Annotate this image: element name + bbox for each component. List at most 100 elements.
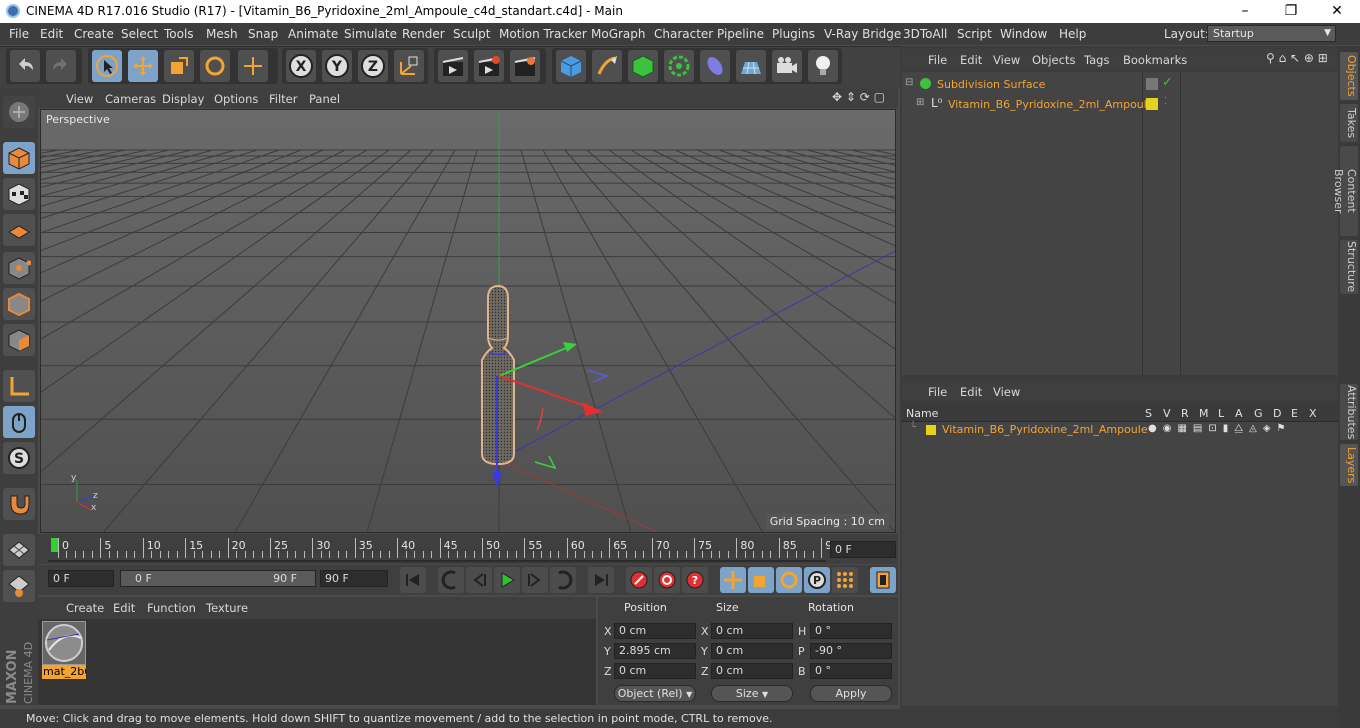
timeline-playhead[interactable]	[51, 538, 58, 552]
menu-plugins[interactable]: Plugins	[772, 27, 815, 41]
material-menu-create[interactable]: Create	[66, 601, 104, 615]
cube-button[interactable]	[556, 50, 586, 82]
layer-col-render[interactable]: R	[1181, 407, 1189, 420]
menu-window[interactable]: Window	[1000, 27, 1047, 41]
subdivision-button[interactable]	[628, 50, 658, 82]
position-x-field[interactable]: 0 cm	[614, 623, 696, 639]
layout-select[interactable]: Startup ▼	[1207, 25, 1336, 42]
axis-mode-button[interactable]	[3, 370, 35, 402]
rotation-p-field[interactable]: -90 °	[810, 643, 892, 659]
light-button[interactable]	[808, 50, 838, 82]
go-to-end-button[interactable]	[588, 567, 614, 593]
points-mode-button[interactable]	[3, 252, 35, 284]
objects-menu-tags[interactable]: Tags	[1084, 53, 1109, 67]
objects-menu-file[interactable]: File	[928, 53, 947, 67]
minimize-button[interactable]: –	[1222, 0, 1268, 23]
undo-button[interactable]	[10, 50, 40, 82]
viewport-menu-filter[interactable]: Filter	[269, 92, 297, 106]
key-rotation-button[interactable]	[776, 567, 802, 593]
size-x-field[interactable]: 0 cm	[711, 623, 793, 639]
timeline-window-button[interactable]	[870, 567, 896, 593]
material-menu-function[interactable]: Function	[147, 601, 196, 615]
polygons-mode-button[interactable]	[3, 324, 35, 356]
previous-frame-button[interactable]	[466, 567, 492, 593]
layer-col-expressions[interactable]: E	[1291, 407, 1298, 420]
viewport-menu-panel[interactable]: Panel	[309, 92, 340, 106]
model-mode-button[interactable]	[3, 142, 35, 174]
live-selection-button[interactable]	[238, 50, 268, 82]
expand-icon[interactable]: ⊞	[916, 97, 924, 108]
position-z-field[interactable]: 0 cm	[614, 663, 696, 679]
layer-col-deformers[interactable]: D	[1273, 407, 1281, 420]
rotation-h-field[interactable]: 0 °	[810, 623, 892, 639]
material-name-label[interactable]: mat_2b6	[42, 665, 86, 679]
menu-character[interactable]: Character	[654, 27, 713, 41]
objects-menu-view[interactable]: View	[993, 53, 1020, 67]
menu-tools[interactable]: Tools	[164, 27, 194, 41]
tab-attributes[interactable]: Attributes	[1340, 384, 1358, 440]
editor-visibility-icon[interactable]	[1146, 78, 1158, 90]
pen-spline-button[interactable]	[592, 50, 622, 82]
key-pla-button[interactable]	[832, 567, 858, 593]
render-picture-viewer-button[interactable]	[474, 50, 504, 82]
current-frame-field[interactable]: 0 F	[830, 541, 896, 558]
material-thumbnail[interactable]	[42, 621, 86, 665]
texture-mode-button[interactable]	[3, 178, 35, 210]
coordinate-system-button[interactable]	[394, 50, 424, 82]
key-position-button[interactable]	[720, 567, 746, 593]
layer-name[interactable]: Vitamin_B6_Pyridoxine_2ml_Ampoule	[942, 423, 1148, 436]
layers-menu-file[interactable]: File	[928, 385, 947, 399]
menu-simulate[interactable]: Simulate	[344, 27, 397, 41]
layer-col-xref[interactable]: X	[1309, 407, 1317, 420]
menu-sculpt[interactable]: Sculpt	[453, 27, 490, 41]
position-y-field[interactable]: 2.895 cm	[614, 643, 696, 659]
layer-row[interactable]: └ Vitamin_B6_Pyridoxine_2ml_Ampoule ●◉▦▤…	[902, 422, 1338, 438]
menu-select[interactable]: Select	[121, 27, 158, 41]
viewport-menu-options[interactable]: Options	[214, 92, 258, 106]
viewport-navigation-icons[interactable]: ✥ ⇕ ⟳ ▢	[832, 90, 885, 104]
edges-mode-button[interactable]	[3, 288, 35, 320]
tab-takes[interactable]: Takes	[1340, 104, 1358, 142]
size-y-field[interactable]: 0 cm	[711, 643, 793, 659]
tab-layers[interactable]: Layers	[1340, 444, 1358, 486]
object-row-ampoule[interactable]: ⊞ L⁰ Vitamin_B6_Pyridoxine_2ml_Ampoule ⁚	[902, 95, 1167, 113]
layer-col-locked[interactable]: L	[1218, 407, 1224, 420]
layer-col-name[interactable]: Name	[906, 407, 938, 420]
tab-objects[interactable]: Objects	[1340, 52, 1358, 100]
key-scale-button[interactable]	[748, 567, 774, 593]
keyframe-selection-button[interactable]: ?	[682, 567, 708, 593]
menu-file[interactable]: File	[9, 27, 29, 41]
menu-script[interactable]: Script	[957, 27, 992, 41]
render-settings-button[interactable]	[510, 50, 540, 82]
layer-toggle-icons[interactable]: ●◉▦▤⊡▮⧋◬◈⚑	[1148, 423, 1292, 434]
menu-snap[interactable]: Snap	[248, 27, 278, 41]
layer-col-animation[interactable]: A	[1235, 407, 1243, 420]
object-name-ampoule[interactable]: Vitamin_B6_Pyridoxine_2ml_Ampoule	[948, 98, 1154, 111]
size-z-field[interactable]: 0 cm	[711, 663, 793, 679]
layer-color-swatch[interactable]	[1146, 98, 1158, 110]
layer-col-manager[interactable]: M	[1199, 407, 1209, 420]
menu-edit[interactable]: Edit	[40, 27, 63, 41]
menu-vray-bridge[interactable]: V-Ray Bridge	[824, 27, 901, 41]
apply-button[interactable]: Apply	[810, 685, 892, 702]
viewport-menu-cameras[interactable]: Cameras	[105, 92, 156, 106]
menu-mesh[interactable]: Mesh	[206, 27, 238, 41]
coordinate-mode-select[interactable]: Object (Rel) ▼	[614, 685, 696, 702]
key-parameter-button[interactable]: P	[804, 567, 830, 593]
tab-structure[interactable]: Structure	[1340, 240, 1358, 294]
frame-range-slider[interactable]: 0 F 90 F	[120, 570, 316, 587]
objects-menu-objects[interactable]: Objects	[1032, 53, 1075, 67]
layer-col-generators[interactable]: G	[1254, 407, 1263, 420]
object-name-subdivision[interactable]: Subdivision Surface	[937, 78, 1045, 91]
floor-button[interactable]	[736, 50, 766, 82]
next-frame-button[interactable]	[522, 567, 548, 593]
objects-menu-bookmarks[interactable]: Bookmarks	[1123, 53, 1187, 67]
play-button[interactable]	[494, 567, 520, 593]
tweak-mode-button[interactable]	[3, 406, 35, 438]
redo-button[interactable]	[46, 50, 76, 82]
menu-animate[interactable]: Animate	[288, 27, 338, 41]
3d-viewport[interactable]: y z x Perspective Grid Spacing : 10 cm	[40, 109, 896, 533]
record-keys-button[interactable]	[626, 567, 652, 593]
maximize-button[interactable]: ❐	[1268, 0, 1314, 23]
menu-mograph[interactable]: MoGraph	[591, 27, 646, 41]
